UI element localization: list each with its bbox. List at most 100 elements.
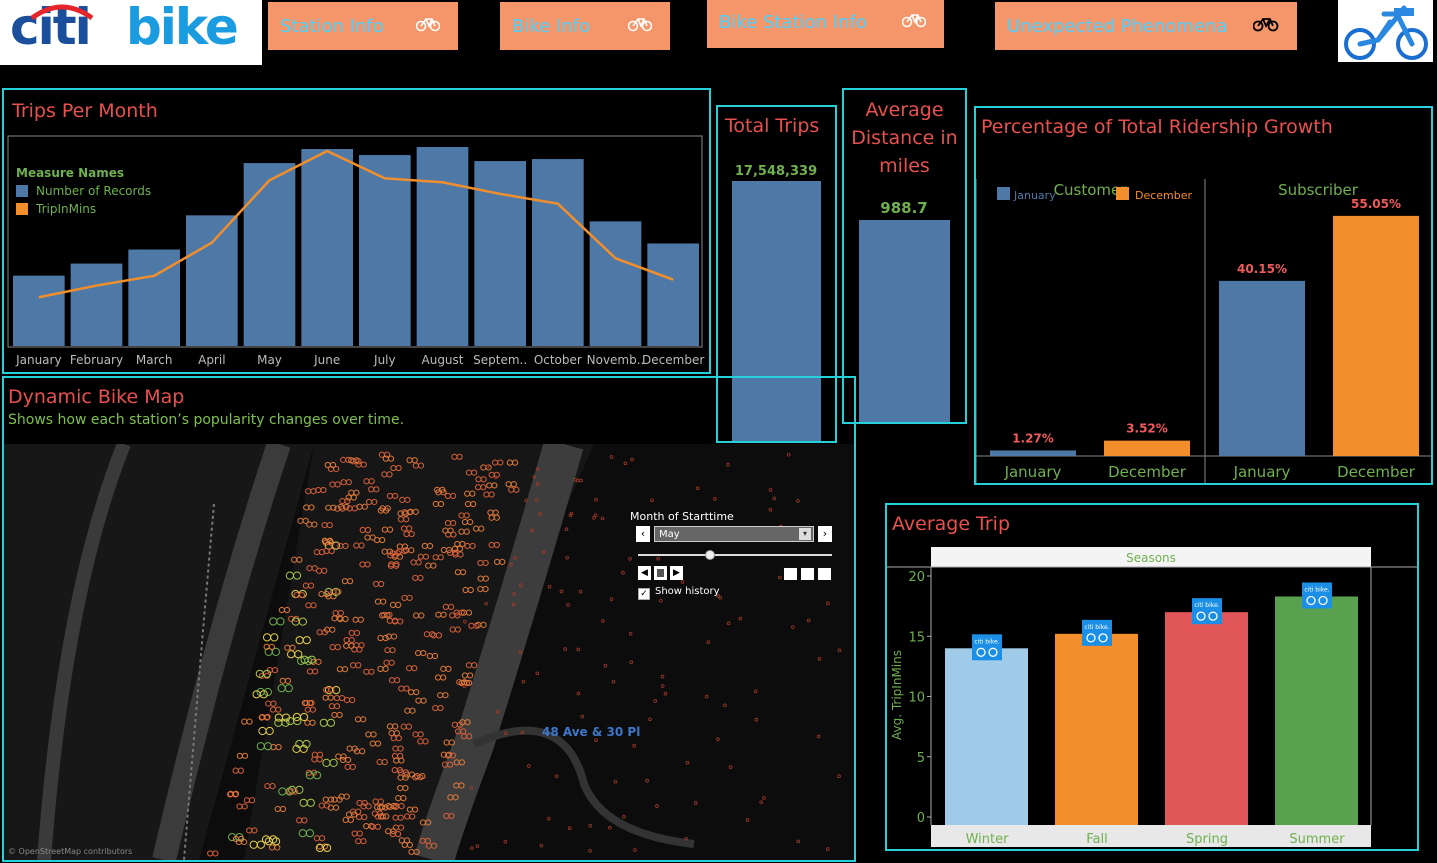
- citibike-bicycle-image: [1338, 0, 1433, 62]
- bar-records: [532, 159, 584, 346]
- nav-bike-station-info-button[interactable]: Bike Station Info: [707, 0, 944, 48]
- speed-fast-button[interactable]: [818, 568, 831, 580]
- bar-season: [1055, 633, 1138, 825]
- nav-station-info-button[interactable]: Station Info: [268, 2, 458, 50]
- bar-records: [359, 155, 411, 346]
- x-tick-label: March: [136, 353, 173, 367]
- y-tick-label: 0: [917, 811, 925, 826]
- nav-label: Unexpected Phenomena: [1007, 16, 1228, 37]
- y-tick-label: 10: [908, 691, 925, 706]
- citibike-logo: citi bike: [0, 0, 262, 65]
- y-tick-label: 5: [917, 751, 925, 766]
- x-tick-label: May: [257, 353, 282, 367]
- badge-label: citi bike.: [1304, 586, 1329, 593]
- play-button[interactable]: ▶: [670, 566, 683, 580]
- nav-unexpected-phenomena-button[interactable]: Unexpected Phenomena: [995, 2, 1297, 50]
- bar-value-label: 55.05%: [1351, 197, 1401, 211]
- nav-bike-info-button[interactable]: Bike Info: [500, 2, 670, 50]
- legend-label: December: [1135, 189, 1193, 202]
- stop-icon: [657, 569, 664, 577]
- bar-growth: [1333, 215, 1419, 456]
- bar-season: [945, 648, 1028, 825]
- bar-season: [1275, 596, 1358, 825]
- map-location-label: 48 Ave & 30 Pl: [542, 725, 640, 739]
- nav-label: Bike Info: [512, 16, 590, 37]
- bar-growth: [990, 450, 1076, 456]
- legend-label: January: [1013, 189, 1056, 202]
- x-tick-label: August: [422, 353, 464, 367]
- speed-slow-button[interactable]: [784, 568, 797, 580]
- badge-label: citi bike.: [1194, 602, 1219, 609]
- nav-label: Station Info: [280, 16, 384, 37]
- show-history-checkbox[interactable]: ✓ Show history: [638, 586, 840, 600]
- x-tick-label: December: [642, 353, 704, 367]
- speed-medium-button[interactable]: [801, 568, 814, 580]
- month-slider[interactable]: [630, 548, 840, 562]
- legend-item-tripinmins[interactable]: TripInMins: [16, 202, 151, 216]
- month-select[interactable]: May ▾: [654, 526, 814, 542]
- month-select-value: May: [659, 529, 680, 540]
- next-month-button[interactable]: ›: [818, 526, 832, 542]
- bar-value-label: 40.15%: [1237, 262, 1287, 276]
- avg-distance-chart: 988.7: [859, 199, 950, 422]
- bar-value-label: 988.7: [880, 199, 927, 217]
- x-tick-label: July: [373, 353, 396, 367]
- bar-season: [1165, 612, 1248, 825]
- map-attribution: © OpenStreetMap contributors: [8, 847, 132, 856]
- bar-value-label: 17,548,339: [735, 164, 817, 179]
- bike-map[interactable]: 48 Ave & 30 Pl © OpenStreetMap contribut…: [4, 444, 854, 860]
- legend-swatch: [16, 185, 28, 197]
- title-line: miles: [879, 155, 930, 177]
- panel-title: Average Distance in miles: [844, 96, 965, 180]
- x-tick-label: February: [70, 353, 123, 367]
- bar-growth: [1104, 440, 1190, 456]
- step-back-button[interactable]: ◀: [638, 566, 651, 580]
- bar-growth: [1219, 280, 1305, 456]
- panel-title: Percentage of Total Ridership Growth: [981, 116, 1333, 138]
- bar-records: [647, 243, 699, 346]
- panel-title: Average Trip: [892, 513, 1011, 535]
- slider-track: [638, 554, 832, 556]
- bike-icon: [416, 18, 440, 32]
- bar-value-label: 1.27%: [1012, 431, 1054, 445]
- bar-value-label: 3.52%: [1126, 422, 1168, 436]
- chevron-down-icon: ▾: [799, 528, 811, 540]
- nav-label: Bike Station Info: [719, 12, 867, 33]
- legend-swatch: [16, 203, 28, 215]
- panel-title: Trips Per Month: [12, 100, 158, 122]
- month-filter-control: Month of Starttime ‹ May ▾ › ◀ ▶ ✓ Show h…: [630, 510, 840, 620]
- legend-title: Measure Names: [16, 166, 125, 180]
- bar-records: [70, 263, 123, 346]
- logo-bike-text: bike: [126, 0, 239, 56]
- badge-label: citi bike.: [1084, 624, 1109, 631]
- bar-records: [243, 163, 296, 346]
- bike-icon: [628, 18, 652, 32]
- y-tick-label: 15: [908, 630, 925, 645]
- chart-header: Seasons: [1126, 551, 1176, 565]
- panel-title: Total Trips: [725, 115, 820, 137]
- bar-avg-distance: [859, 220, 950, 422]
- panel-title: Dynamic Bike Map: [8, 386, 185, 408]
- bar-records: [301, 149, 353, 346]
- x-tick-label: Septem..: [473, 353, 527, 367]
- checkbox-checked-icon: ✓: [638, 588, 650, 600]
- stop-button[interactable]: [654, 566, 667, 580]
- bar-records: [13, 275, 65, 346]
- bar-records: [186, 215, 238, 346]
- legend-item-records[interactable]: Number of Records: [16, 184, 151, 198]
- title-line: Average: [865, 99, 944, 121]
- x-tick-label: June: [313, 353, 340, 367]
- slider-thumb[interactable]: [705, 550, 715, 560]
- x-tick-label: Winter: [966, 832, 1010, 847]
- x-tick-label: October: [534, 353, 582, 367]
- bicycle-icon: [1344, 5, 1428, 60]
- bar-records: [416, 147, 469, 346]
- x-tick-label: January: [15, 353, 62, 367]
- x-tick-label: January: [1004, 463, 1062, 481]
- x-tick-label: April: [198, 353, 225, 367]
- x-tick-label: January: [1233, 463, 1291, 481]
- y-tick-label: 20: [908, 570, 925, 585]
- prev-month-button[interactable]: ‹: [636, 526, 650, 542]
- average-trip-chart: Seasons 0 5 10 15 20 Avg. TripInMins citi bike.…: [887, 547, 1417, 847]
- x-tick-label: Summer: [1289, 832, 1345, 847]
